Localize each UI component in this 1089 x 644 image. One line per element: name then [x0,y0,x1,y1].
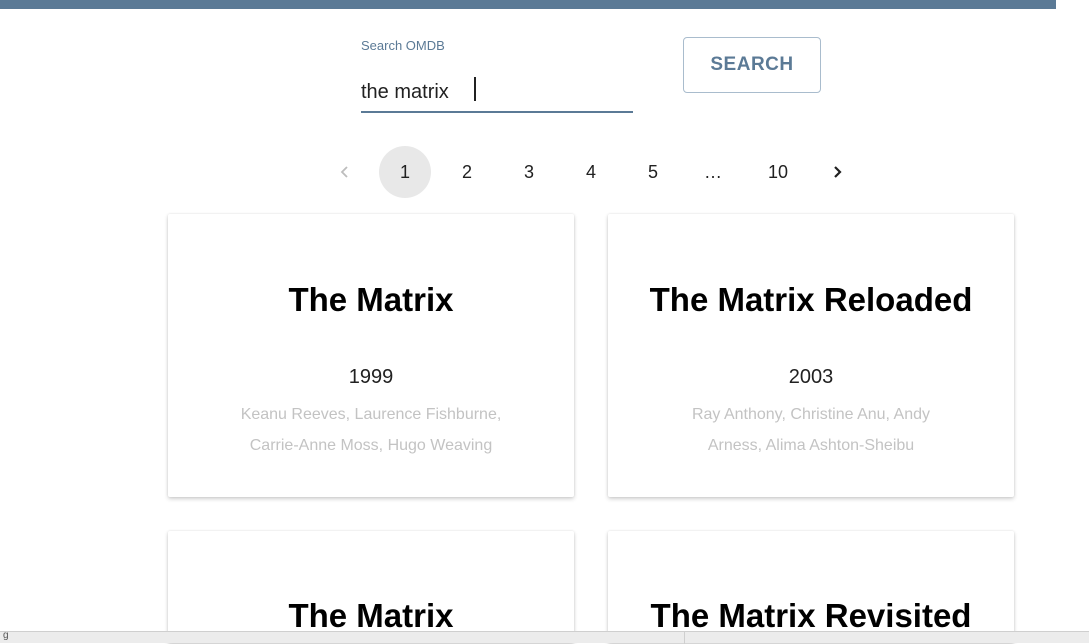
result-year: 2003 [788,366,834,388]
page-1-button[interactable]: 1 [379,146,431,198]
page-3-button[interactable]: 3 [514,146,544,198]
status-text: g [3,630,9,641]
app-top-bar [0,0,1056,9]
result-card-3[interactable]: The Matrix [168,531,574,643]
browser-status-bar: g [0,630,1089,644]
result-year: 1999 [348,366,394,388]
result-title: The Matrix Reloaded [649,281,973,318]
page-10-button[interactable]: 10 [760,146,796,198]
chevron-left-icon [340,166,348,178]
page-2-button[interactable]: 2 [452,146,482,198]
result-card-2[interactable]: The Matrix Reloaded 2003 Ray Anthony, Ch… [608,214,1014,497]
search-underline [361,111,633,113]
search-field[interactable]: Search OMDB [361,38,633,114]
page-4-button[interactable]: 4 [576,146,606,198]
result-title: The Matrix [288,597,454,634]
pagination: 1 2 3 4 5 … 10 [0,146,1089,198]
app-top-bar-edge [1056,0,1089,9]
next-page-button[interactable] [822,146,852,198]
result-cast-line: Ray Anthony, Christine Anu, Andy [691,406,931,423]
result-card-4[interactable]: The Matrix Revisited [608,531,1014,643]
page-ellipsis: … [704,161,722,182]
search-label: Search OMDB [361,38,445,53]
result-cast: Keanu Reeves, Laurence Fishburne, Carrie… [198,399,544,461]
result-cast-line: Arness, Alima Ashton-Sheibu [707,437,915,454]
result-card-1[interactable]: The Matrix 1999 Keanu Reeves, Laurence F… [168,214,574,497]
chevron-right-icon [834,166,842,178]
page-5-button[interactable]: 5 [638,146,668,198]
result-cast-line: Keanu Reeves, Laurence Fishburne, [240,406,502,423]
result-title: The Matrix [288,281,454,318]
result-cast-line: Carrie-Anne Moss, Hugo Weaving [249,437,493,454]
result-cast: Ray Anthony, Christine Anu, Andy Arness,… [638,399,984,461]
search-button[interactable]: SEARCH [683,37,821,93]
status-divider [684,632,685,644]
search-input[interactable] [361,72,633,112]
prev-page-button[interactable] [330,146,360,198]
result-title: The Matrix Revisited [650,597,972,634]
text-caret [474,77,476,101]
